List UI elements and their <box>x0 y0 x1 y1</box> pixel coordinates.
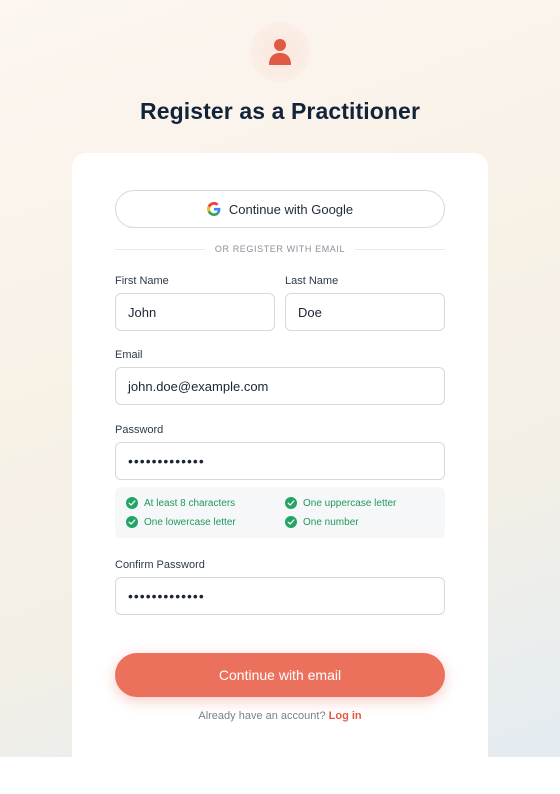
requirement-item: One lowercase letter <box>126 516 236 528</box>
password-requirements: At least 8 characters One uppercase lett… <box>115 487 445 538</box>
check-circle-icon <box>285 497 297 509</box>
requirement-text: At least 8 characters <box>144 497 236 509</box>
password-label: Password <box>115 424 164 436</box>
first-name-label: First Name <box>115 275 169 287</box>
requirement-text: One number <box>303 516 359 528</box>
google-button-label: Continue with Google <box>228 201 354 217</box>
or-divider: OR REGISTER WITH EMAIL <box>115 242 445 256</box>
continue-with-email-button[interactable]: Continue with email <box>115 653 445 697</box>
email-label: Email <box>115 349 143 361</box>
requirement-item: At least 8 characters <box>126 497 235 509</box>
login-prompt-text: Already have an account? <box>198 710 326 722</box>
requirement-item: One uppercase letter <box>285 497 396 509</box>
google-signin-button[interactable]: Continue with Google <box>115 190 445 228</box>
login-prompt: Already have an account? Log in <box>72 710 488 722</box>
last-name-label: Last Name <box>285 275 339 287</box>
requirement-item: One number <box>285 516 359 528</box>
email-field[interactable]: john.doe@example.com <box>115 367 445 405</box>
check-circle-icon <box>285 516 297 528</box>
divider-text: OR REGISTER WITH EMAIL <box>214 244 346 254</box>
check-circle-icon <box>126 497 138 509</box>
divider-line-left <box>115 248 205 250</box>
confirm-password-field[interactable]: ••••••••••••• <box>115 577 445 615</box>
user-icon <box>269 39 291 65</box>
confirm-password-label: Confirm Password <box>115 559 205 571</box>
login-link[interactable]: Log in <box>329 710 362 722</box>
requirement-text: One uppercase letter <box>303 497 397 509</box>
google-icon <box>206 202 221 216</box>
registration-card: Continue with Google OR REGISTER WITH EM… <box>72 153 488 757</box>
first-name-input[interactable]: John <box>115 293 275 331</box>
last-name-input[interactable]: Doe <box>285 293 445 331</box>
check-circle-icon <box>126 516 138 528</box>
divider-line-right <box>355 248 445 250</box>
password-field[interactable]: ••••••••••••• <box>115 442 445 480</box>
avatar <box>250 22 310 82</box>
requirement-text: One lowercase letter <box>144 516 236 528</box>
page-title: Register as a Practitioner <box>140 98 420 124</box>
